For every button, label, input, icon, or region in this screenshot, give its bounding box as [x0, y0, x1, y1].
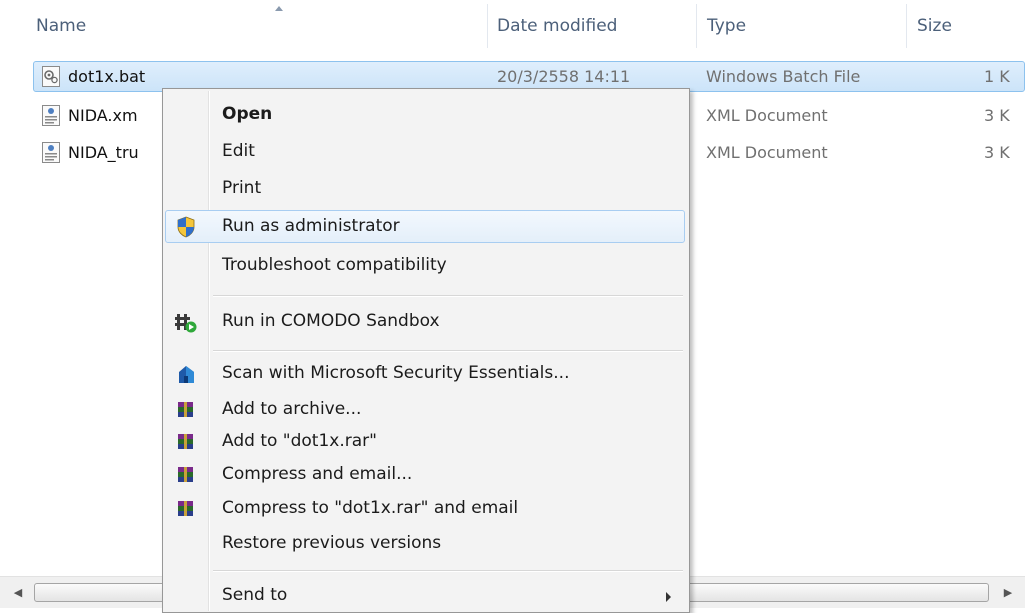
column-header-name[interactable]: Name	[36, 16, 86, 36]
menu-item-label: Run as administrator	[222, 216, 400, 236]
file-type: XML Document	[706, 106, 828, 125]
column-divider[interactable]	[906, 4, 907, 48]
context-menu: Open Edit Print Run as administrator Tro…	[162, 88, 690, 613]
menu-item-label: Scan with Microsoft Security Essentials.…	[222, 363, 570, 383]
file-date: 20/3/2558 14:11	[497, 67, 631, 86]
column-divider[interactable]	[487, 4, 488, 48]
menu-item-print[interactable]: Print	[165, 172, 687, 206]
file-size: 1 K	[984, 67, 1010, 86]
winrar-icon	[178, 402, 193, 417]
menu-item-run-as-administrator[interactable]: Run as administrator	[165, 210, 687, 244]
menu-item-troubleshoot-compatibility[interactable]: Troubleshoot compatibility	[165, 249, 687, 283]
file-type: XML Document	[706, 143, 828, 162]
file-type: Windows Batch File	[706, 67, 861, 86]
menu-item-label: Edit	[222, 141, 255, 161]
column-header-date-modified[interactable]: Date modified	[497, 16, 617, 36]
column-header-bar: Name Date modified Type Size	[0, 0, 1025, 60]
menu-item-add-to-dot1x-rar[interactable]: Add to "dot1x.rar"	[165, 425, 687, 459]
menu-item-label: Send to	[222, 585, 288, 605]
menu-item-compress-and-email[interactable]: Compress and email...	[165, 458, 687, 492]
winrar-icon	[178, 467, 193, 482]
menu-separator-highlight	[213, 571, 683, 572]
menu-separator-highlight	[213, 351, 683, 352]
scroll-right-arrow-icon[interactable]: ▶	[998, 583, 1018, 603]
menu-item-send-to[interactable]: Send to	[165, 579, 687, 613]
menu-item-edit[interactable]: Edit	[165, 135, 687, 169]
winrar-icon	[178, 434, 193, 449]
menu-item-label: Add to archive...	[222, 399, 362, 419]
xml-file-icon	[42, 105, 60, 126]
file-name: NIDA.xm	[68, 106, 138, 125]
menu-item-label: Compress to "dot1x.rar" and email	[222, 498, 519, 518]
menu-item-label: Troubleshoot compatibility	[222, 255, 447, 275]
sort-ascending-icon	[275, 6, 283, 11]
security-essentials-icon	[179, 366, 194, 383]
menu-item-run-in-comodo-sandbox[interactable]: Run in COMODO Sandbox	[165, 305, 687, 339]
uac-shield-icon	[177, 216, 195, 238]
file-name: dot1x.bat	[68, 67, 146, 86]
comodo-sandbox-icon	[175, 314, 197, 333]
xml-file-icon	[42, 142, 60, 163]
menu-item-label: Add to "dot1x.rar"	[222, 431, 377, 451]
menu-item-restore-previous-versions[interactable]: Restore previous versions	[165, 527, 687, 561]
menu-item-label: Run in COMODO Sandbox	[222, 311, 440, 331]
menu-item-label: Compress and email...	[222, 464, 413, 484]
scroll-left-arrow-icon[interactable]: ◀	[8, 583, 28, 603]
winrar-icon	[178, 501, 193, 516]
file-size: 3 K	[984, 143, 1010, 162]
menu-item-scan-with-mse[interactable]: Scan with Microsoft Security Essentials.…	[165, 357, 687, 391]
menu-item-add-to-archive[interactable]: Add to archive...	[165, 393, 687, 427]
batch-file-icon	[42, 66, 60, 87]
file-size: 3 K	[984, 106, 1010, 125]
menu-item-compress-to-dot1x-rar-and-email[interactable]: Compress to "dot1x.rar" and email	[165, 492, 687, 526]
menu-separator-highlight	[213, 296, 683, 297]
column-divider[interactable]	[696, 4, 697, 48]
menu-item-open[interactable]: Open	[165, 98, 687, 132]
column-header-type[interactable]: Type	[707, 16, 746, 36]
menu-item-label: Restore previous versions	[222, 533, 442, 553]
menu-item-label: Print	[222, 178, 262, 198]
file-name: NIDA_tru	[68, 143, 139, 162]
menu-item-label: Open	[222, 104, 273, 124]
submenu-arrow-icon	[666, 592, 671, 602]
column-header-size[interactable]: Size	[917, 16, 952, 36]
